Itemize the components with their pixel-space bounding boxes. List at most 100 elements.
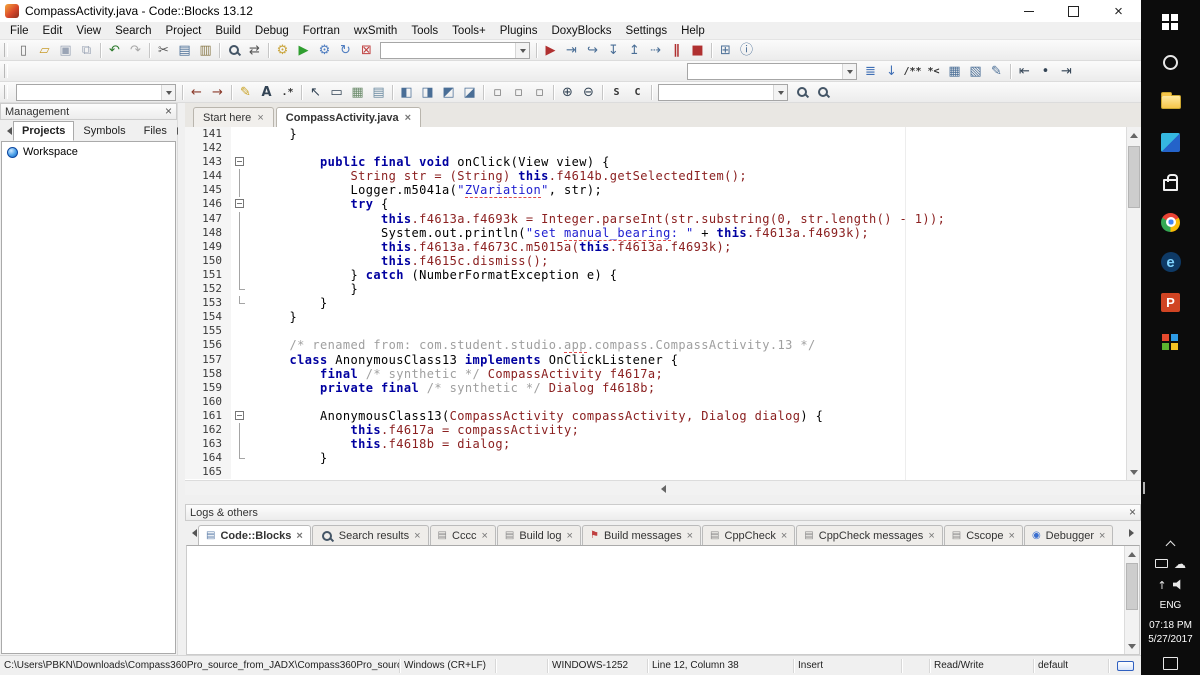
logs-scrollbar-track[interactable]	[1125, 561, 1139, 639]
log-tab-cppcheck[interactable]: ▤CppCheck	[702, 525, 795, 545]
logs-scroll-up-arrow-icon[interactable]	[1125, 546, 1139, 561]
line-number[interactable]: 156	[185, 338, 231, 352]
close-tab-icon[interactable]	[567, 530, 573, 542]
tab-scroll-left-icon[interactable]	[2, 120, 13, 141]
incremental-search-icon[interactable]	[791, 83, 812, 102]
close-tab-icon[interactable]	[1009, 530, 1015, 542]
debugging-windows-icon[interactable]: ⊞	[715, 41, 736, 60]
code-lines[interactable]: 141 }142143 public final void onClick(Vi…	[185, 127, 1126, 480]
next-instruction-icon[interactable]: ⇢	[645, 41, 666, 60]
cortana-button[interactable]	[1141, 42, 1200, 82]
incremental-search-combo[interactable]	[658, 84, 788, 101]
fold-collapse-icon[interactable]	[235, 411, 244, 420]
start-button[interactable]	[1141, 2, 1200, 42]
editor-tab-compassactivity-java[interactable]: CompassActivity.java	[276, 107, 421, 127]
close-logs-icon[interactable]	[1129, 506, 1136, 519]
combo-arrow-icon[interactable]	[515, 43, 529, 58]
various-info-icon[interactable]: ⓘ	[736, 41, 757, 60]
menu-item-build[interactable]: Build	[208, 23, 248, 39]
logs-scroll-down-arrow-icon[interactable]	[1125, 639, 1139, 654]
doxy-help-icon[interactable]: ▧	[965, 62, 986, 81]
close-tab-icon[interactable]	[1099, 530, 1105, 542]
network-display-icon[interactable]	[1155, 559, 1168, 568]
logs-scrollbar-thumb[interactable]	[1126, 563, 1138, 610]
line-number[interactable]: 147	[185, 212, 231, 226]
line-number[interactable]: 145	[185, 183, 231, 197]
close-tab-icon[interactable]	[781, 530, 787, 542]
line-number[interactable]: 141	[185, 127, 231, 141]
line-number[interactable]: 164	[185, 451, 231, 465]
cut-icon[interactable]: ✂	[153, 41, 174, 60]
management-tab-symbols[interactable]: Symbols	[74, 121, 134, 141]
scope-combo[interactable]	[16, 84, 176, 101]
search-options-icon[interactable]	[812, 83, 833, 102]
log-tab-cscope[interactable]: ▤Cscope	[944, 525, 1023, 545]
close-button[interactable]	[1096, 0, 1141, 22]
undo-icon[interactable]: ↶	[104, 41, 125, 60]
edge-icon[interactable]: e	[1141, 242, 1200, 282]
block-comment-icon[interactable]: /**	[902, 62, 923, 81]
copy-icon[interactable]: ▤	[174, 41, 195, 60]
language-indicator[interactable]: ENG	[1160, 595, 1182, 615]
file-explorer-icon[interactable]	[1141, 82, 1200, 122]
scroll-up-arrow-icon[interactable]	[1127, 127, 1141, 142]
line-number[interactable]: 158	[185, 367, 231, 381]
tray-arrow-icon[interactable]	[1157, 576, 1166, 594]
menu-item-settings[interactable]: Settings	[619, 23, 675, 39]
align-left-icon[interactable]: ◧	[396, 83, 417, 102]
log-tab-cccc[interactable]: ▤Cccc	[430, 525, 496, 545]
open-file-icon[interactable]: ▱	[34, 41, 55, 60]
line-number[interactable]: 162	[185, 423, 231, 437]
box-small-3-icon[interactable]: ▫	[529, 83, 550, 102]
run-html-icon[interactable]: ↓	[881, 62, 902, 81]
abort-build-icon[interactable]: ⊠	[356, 41, 377, 60]
maximize-button[interactable]	[1051, 0, 1096, 22]
chrome-icon[interactable]	[1141, 202, 1200, 242]
edit-comment-icon[interactable]: ▦	[944, 62, 965, 81]
line-number[interactable]: 149	[185, 240, 231, 254]
build-and-run-icon[interactable]: ⚙	[314, 41, 335, 60]
log-tab-scroll-left-icon[interactable]	[187, 521, 198, 545]
minimize-button[interactable]	[1006, 0, 1051, 22]
toolbar-grip[interactable]	[4, 43, 8, 57]
regex-icon[interactable]: .*	[277, 83, 298, 102]
line-comment-icon[interactable]: *<	[923, 62, 944, 81]
line-number[interactable]: 142	[185, 141, 231, 155]
log-tab-scroll-right-icon[interactable]	[1128, 521, 1139, 545]
build-icon[interactable]: ⚙	[272, 41, 293, 60]
management-tab-projects[interactable]: Projects	[13, 121, 74, 141]
replace-icon[interactable]: ⇄	[244, 41, 265, 60]
pointer-icon[interactable]: ↖	[305, 83, 326, 102]
browse-marker-icon[interactable]: •	[1035, 62, 1056, 81]
line-number[interactable]: 153	[185, 296, 231, 310]
break-debugger-icon[interactable]: ∥	[666, 41, 687, 60]
highlight-icon[interactable]: ✎	[235, 83, 256, 102]
line-number[interactable]: 144	[185, 169, 231, 183]
close-tab-icon[interactable]	[296, 530, 302, 542]
combo-arrow-icon[interactable]	[161, 85, 175, 100]
menu-item-help[interactable]: Help	[674, 23, 712, 39]
browse-forward-icon[interactable]: ⇥	[1056, 62, 1077, 81]
goto-back-icon[interactable]: ←	[186, 83, 207, 102]
logs-splitter[interactable]	[185, 495, 1141, 504]
action-center-icon[interactable]	[1163, 657, 1178, 670]
run-icon[interactable]: ▶	[293, 41, 314, 60]
log-tab-build-messages[interactable]: ⚑Build messages	[582, 525, 701, 545]
toolbar-grip[interactable]	[4, 85, 8, 99]
scroll-left-arrow-icon[interactable]	[185, 481, 1141, 496]
menu-item-plugins[interactable]: Plugins	[493, 23, 545, 39]
fold-column-cell[interactable]	[231, 197, 247, 211]
line-number[interactable]: 155	[185, 324, 231, 338]
fonts-icon[interactable]: A	[256, 83, 277, 102]
extract-documentation-icon[interactable]: ≣	[860, 62, 881, 81]
thumbnail-icon[interactable]: ▤	[368, 83, 389, 102]
log-tab-cppcheck-messages[interactable]: ▤CppCheck messages	[796, 525, 942, 545]
box-small-1-icon[interactable]: ▫	[487, 83, 508, 102]
next-line-icon[interactable]: ↪	[582, 41, 603, 60]
editor-scrollbar-track[interactable]	[1127, 142, 1141, 465]
rebuild-icon[interactable]: ↻	[335, 41, 356, 60]
menu-item-project[interactable]: Project	[159, 23, 209, 39]
fold-collapse-icon[interactable]	[235, 157, 244, 166]
line-number[interactable]: 148	[185, 226, 231, 240]
log-tab-debugger[interactable]: ◉Debugger	[1024, 525, 1114, 545]
